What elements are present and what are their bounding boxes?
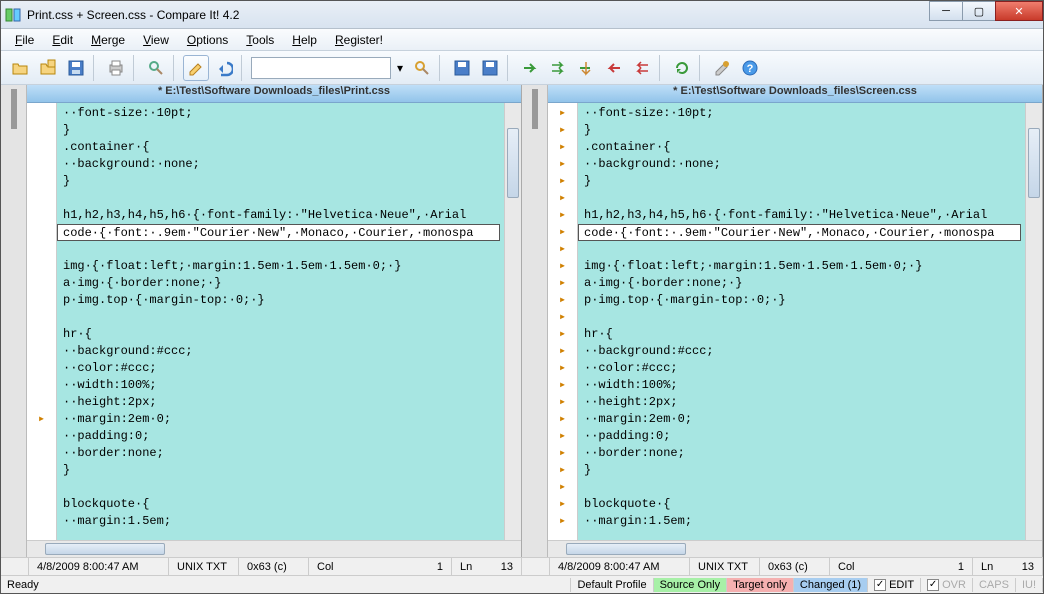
left-code[interactable]: ··font-size:·10pt;}.container·{··backgro… bbox=[57, 103, 504, 540]
status-source[interactable]: Source Only bbox=[654, 578, 728, 592]
find-button[interactable] bbox=[143, 55, 169, 81]
right-vscroll[interactable] bbox=[1025, 103, 1042, 540]
right-col: 1 bbox=[958, 561, 964, 573]
open-button[interactable] bbox=[7, 55, 33, 81]
minimize-button[interactable]: ─ bbox=[929, 1, 963, 21]
menubar: File Edit Merge View Options Tools Help … bbox=[1, 29, 1043, 51]
right-pane-header: * E:\Test\Software Downloads_files\Scree… bbox=[548, 85, 1042, 103]
menu-tools[interactable]: Tools bbox=[238, 31, 282, 49]
right-offset: 0x63 (c) bbox=[760, 558, 830, 575]
edit-button[interactable] bbox=[183, 55, 209, 81]
search-input[interactable] bbox=[251, 57, 391, 79]
status-ovr[interactable]: OVR bbox=[921, 578, 973, 592]
search-dropdown[interactable]: ▾ bbox=[393, 61, 407, 75]
next-diff-button[interactable] bbox=[573, 55, 599, 81]
save-left-button[interactable] bbox=[449, 55, 475, 81]
statusbar-app: Ready Default Profile Source Only Target… bbox=[1, 575, 1043, 593]
titlebar: Print.css + Screen.css - Compare It! 4.2… bbox=[1, 1, 1043, 29]
status-caps: CAPS bbox=[973, 578, 1016, 592]
menu-file[interactable]: File bbox=[7, 31, 42, 49]
window-title: Print.css + Screen.css - Compare It! 4.2 bbox=[27, 8, 239, 22]
menu-register[interactable]: Register! bbox=[327, 31, 391, 49]
copy-left-button[interactable] bbox=[601, 55, 627, 81]
maximize-button[interactable]: ▢ bbox=[962, 1, 996, 21]
left-hscroll[interactable] bbox=[27, 541, 521, 557]
help-button[interactable]: ? bbox=[737, 55, 763, 81]
status-ready: Ready bbox=[1, 578, 571, 592]
status-edit[interactable]: EDIT bbox=[868, 578, 921, 592]
copy-left-all-button[interactable] bbox=[629, 55, 655, 81]
left-vscroll[interactable] bbox=[504, 103, 521, 540]
left-col: 1 bbox=[437, 561, 443, 573]
menu-options[interactable]: Options bbox=[179, 31, 236, 49]
status-changed[interactable]: Changed (1) bbox=[794, 578, 868, 592]
right-encoding: UNIX TXT bbox=[690, 558, 760, 575]
left-ln: 13 bbox=[501, 561, 513, 573]
menu-edit[interactable]: Edit bbox=[44, 31, 81, 49]
undo-button[interactable] bbox=[211, 55, 237, 81]
left-datetime: 4/8/2009 8:00:47 AM bbox=[29, 558, 169, 575]
workspace: * E:\Test\Software Downloads_files\Print… bbox=[1, 85, 1043, 557]
save-button[interactable] bbox=[63, 55, 89, 81]
print-button[interactable] bbox=[103, 55, 129, 81]
overview-bar-left[interactable] bbox=[1, 85, 27, 557]
copy-right-button[interactable] bbox=[517, 55, 543, 81]
right-pane: * E:\Test\Software Downloads_files\Scree… bbox=[548, 85, 1043, 557]
search-go-button[interactable] bbox=[409, 55, 435, 81]
copy-right-all-button[interactable] bbox=[545, 55, 571, 81]
overview-bar-right[interactable] bbox=[522, 85, 548, 557]
left-gutter: ▸ bbox=[27, 103, 57, 540]
app-icon bbox=[5, 7, 21, 23]
options-button[interactable] bbox=[709, 55, 735, 81]
right-code[interactable]: ··font-size:·10pt;}.container·{··backgro… bbox=[578, 103, 1025, 540]
right-datetime: 4/8/2009 8:00:47 AM bbox=[550, 558, 690, 575]
menu-view[interactable]: View bbox=[135, 31, 177, 49]
window-buttons: ─ ▢ ✕ bbox=[930, 1, 1043, 21]
left-pane-header: * E:\Test\Software Downloads_files\Print… bbox=[27, 85, 521, 103]
left-encoding: UNIX TXT bbox=[169, 558, 239, 575]
right-hscroll[interactable] bbox=[548, 541, 1042, 557]
toolbar: ▾ ? bbox=[1, 51, 1043, 85]
status-target[interactable]: Target only bbox=[727, 578, 794, 592]
status-iu: IU! bbox=[1016, 578, 1043, 592]
right-gutter: ▸▸▸▸▸▸▸▸▸▸▸▸▸▸▸▸▸▸▸▸▸▸▸▸▸ bbox=[548, 103, 578, 540]
save-right-button[interactable] bbox=[477, 55, 503, 81]
statusbar-file: 4/8/2009 8:00:47 AM UNIX TXT 0x63 (c) Co… bbox=[1, 557, 1043, 575]
status-profile: Default Profile bbox=[571, 578, 653, 592]
left-pane: * E:\Test\Software Downloads_files\Print… bbox=[27, 85, 522, 557]
menu-help[interactable]: Help bbox=[284, 31, 325, 49]
open2-button[interactable] bbox=[35, 55, 61, 81]
svg-text:?: ? bbox=[747, 63, 754, 75]
menu-merge[interactable]: Merge bbox=[83, 31, 133, 49]
right-ln: 13 bbox=[1022, 561, 1034, 573]
refresh-button[interactable] bbox=[669, 55, 695, 81]
close-button[interactable]: ✕ bbox=[995, 1, 1043, 21]
left-offset: 0x63 (c) bbox=[239, 558, 309, 575]
